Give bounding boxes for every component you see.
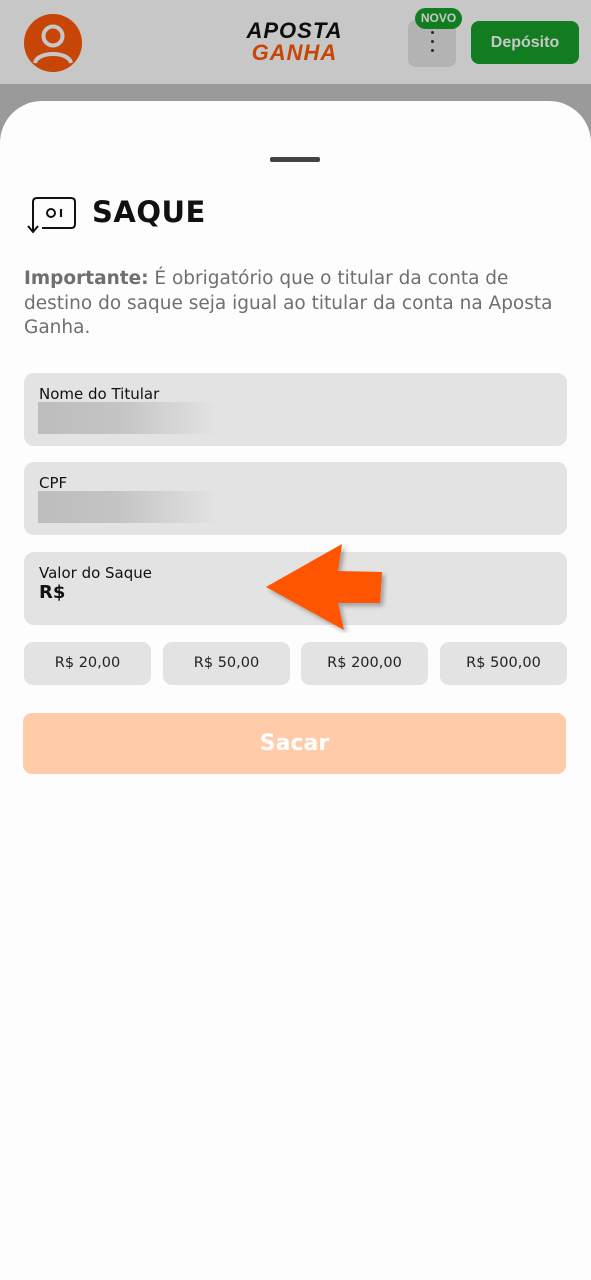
cpf-label: CPF [39, 474, 68, 492]
holder-notice: Importante: É obrigatório que o titular … [24, 267, 569, 341]
quick-amount-500[interactable]: R$ 500,00 [440, 642, 567, 685]
quick-amount-200[interactable]: R$ 200,00 [301, 642, 428, 685]
redacted-cpf [38, 491, 218, 523]
pointer-arrow-icon [266, 544, 382, 630]
sheet-drag-handle[interactable] [270, 157, 320, 162]
withdraw-submit-button[interactable]: Sacar [23, 713, 566, 774]
redacted-holder-name [38, 402, 218, 434]
quick-amount-20[interactable]: R$ 20,00 [24, 642, 151, 685]
withdraw-bottom-sheet: SAQUE Importante: É obrigatório que o ti… [0, 101, 591, 1280]
page-title: SAQUE [92, 195, 206, 229]
holder-name-label: Nome do Titular [39, 385, 160, 403]
currency-prefix: R$ [39, 582, 66, 603]
quick-amount-50[interactable]: R$ 50,00 [163, 642, 290, 685]
withdraw-icon [27, 197, 76, 234]
holder-name-field[interactable]: Nome do Titular [24, 373, 567, 446]
notice-bold: Importante: [24, 268, 149, 289]
cpf-field[interactable]: CPF [24, 462, 567, 535]
